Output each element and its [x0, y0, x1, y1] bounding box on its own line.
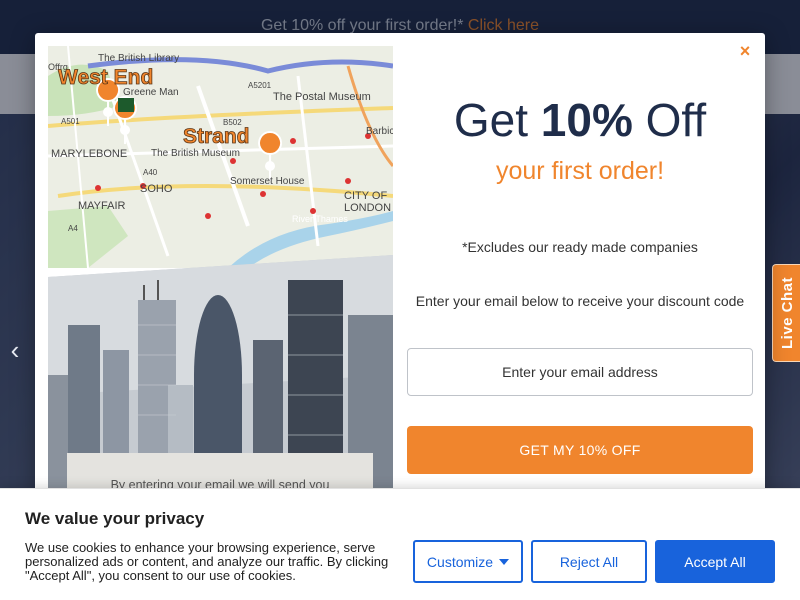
map-label: A4 — [68, 224, 78, 233]
map-label: The British Museum — [151, 148, 240, 159]
cookie-text: We use cookies to enhance your browsing … — [25, 540, 389, 583]
map-label: The Postal Museum — [273, 91, 371, 103]
caret-down-icon — [499, 559, 510, 565]
email-instruction: Enter your email below to receive your d… — [415, 293, 745, 309]
close-icon[interactable]: × — [735, 41, 755, 61]
live-chat-label: Live Chat — [779, 276, 796, 349]
map-area-west-end: West End — [58, 66, 153, 89]
offer-subheadline: your first order! — [495, 157, 665, 185]
map-label: A501 — [61, 117, 80, 126]
map-label: Somerset House — [230, 176, 305, 187]
cookie-banner: We value your privacy We use cookies to … — [0, 488, 800, 600]
headline-suffix: Off — [645, 94, 707, 146]
map-label: MAYFAIR — [78, 200, 126, 212]
map-label: A40 — [143, 168, 158, 177]
map-label: Barbic — [366, 126, 393, 137]
reject-all-button[interactable]: Reject All — [531, 540, 647, 583]
live-chat-button[interactable]: Live Chat — [772, 264, 800, 362]
map-label: MARYLEBONE — [51, 148, 127, 160]
map-area-strand: Strand — [183, 125, 250, 148]
exclusion-note: *Excludes our ready made companies — [462, 239, 698, 255]
offer-headline: Get 10% Off — [407, 93, 753, 147]
map-label: SOHO — [140, 183, 173, 195]
customize-label: Customize — [426, 554, 494, 570]
london-map-image: The British Library Greene Man The Posta… — [48, 46, 393, 268]
accept-all-button[interactable]: Accept All — [655, 540, 775, 583]
map-label: CITY OF — [344, 190, 387, 202]
get-discount-button[interactable]: GET MY 10% OFF — [407, 426, 753, 474]
email-field[interactable] — [407, 348, 753, 396]
map-label: LONDON — [344, 202, 391, 214]
map-label: The British Library — [98, 53, 179, 64]
chevron-left-icon[interactable]: ‹ — [4, 336, 26, 364]
customize-button[interactable]: Customize — [413, 540, 523, 583]
headline-prefix: Get — [453, 94, 528, 146]
cookie-title: We value your privacy — [25, 509, 205, 528]
map-label: A5201 — [248, 81, 272, 90]
headline-discount: 10% — [540, 94, 633, 146]
map-label: River Thames — [292, 214, 348, 224]
